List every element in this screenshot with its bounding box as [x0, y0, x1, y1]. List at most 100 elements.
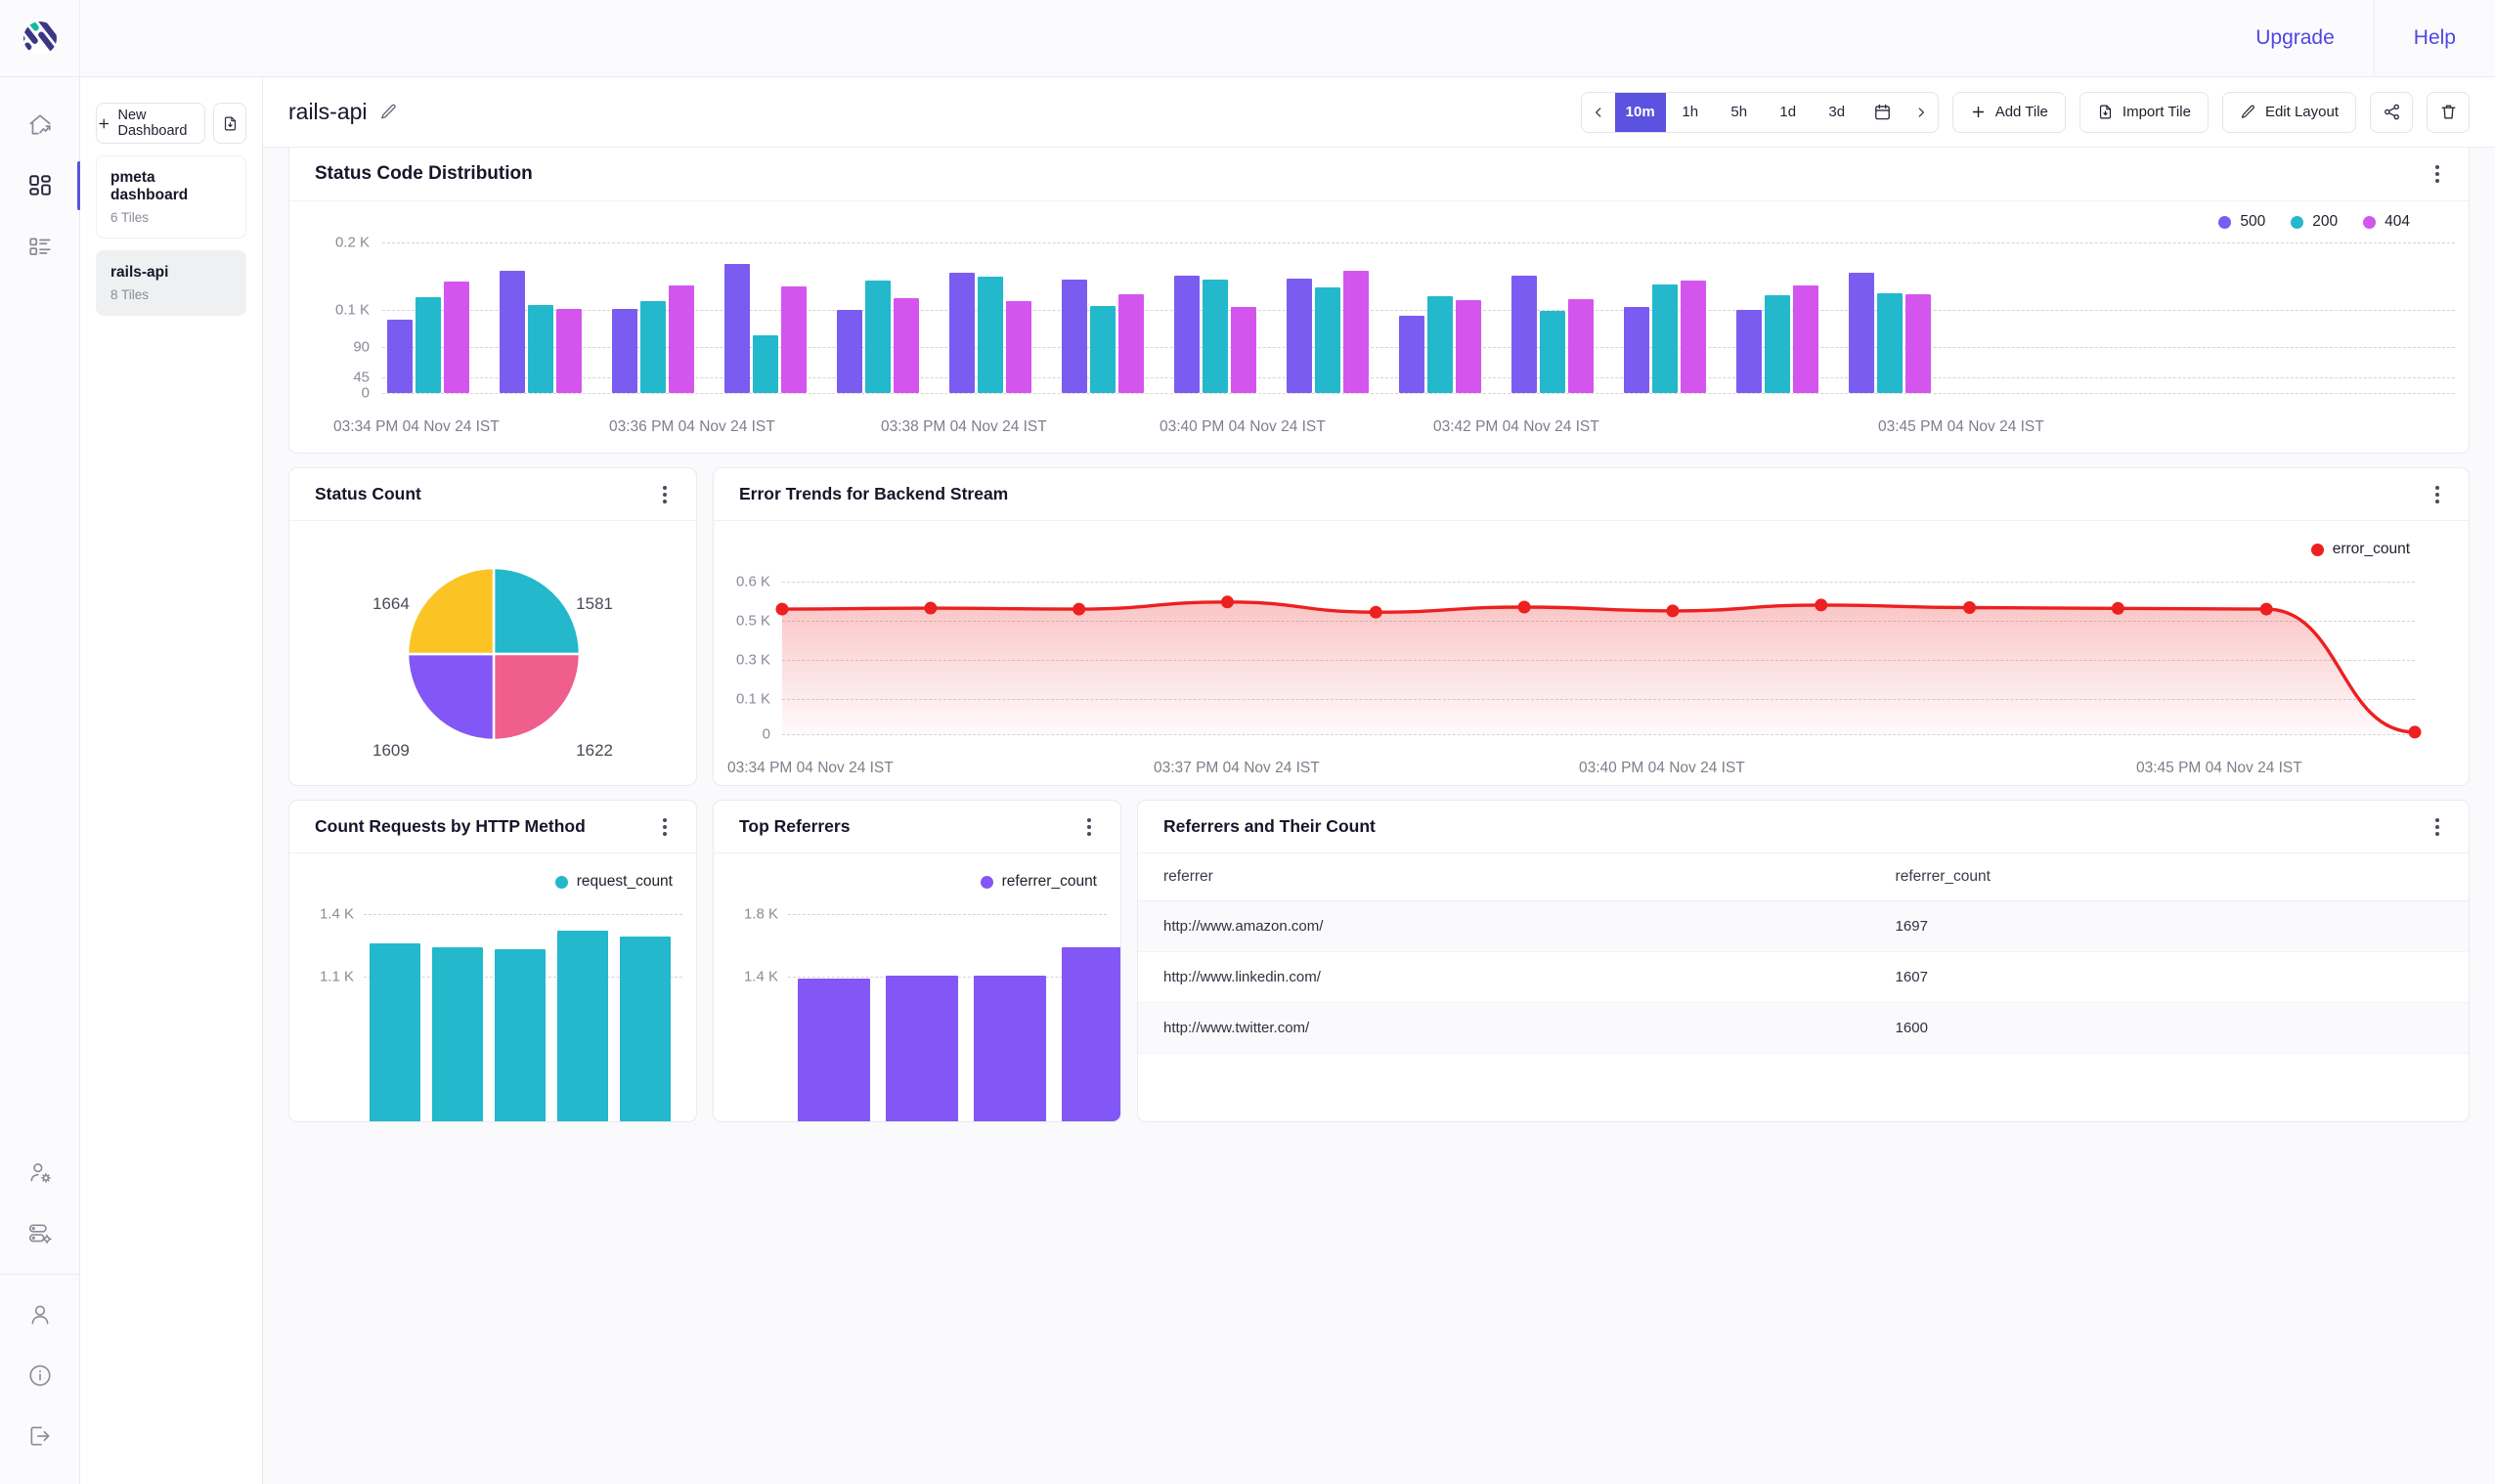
legend-item-404[interactable]: 404 [2363, 213, 2410, 231]
rail-item-server-settings[interactable] [0, 1203, 80, 1264]
bar-500[interactable] [1399, 316, 1424, 393]
bar-200[interactable] [1877, 292, 1903, 393]
data-point[interactable] [1666, 604, 1680, 618]
bar-404[interactable] [1118, 294, 1144, 393]
bar-200[interactable] [753, 335, 778, 393]
bar-404[interactable] [1231, 307, 1256, 393]
bar-404[interactable] [556, 308, 582, 393]
table-row[interactable]: http://www.twitter.com/ 1600 [1138, 1002, 2469, 1054]
app-logo[interactable] [0, 0, 80, 77]
bar-200[interactable] [1427, 296, 1453, 393]
bar[interactable] [1062, 946, 1120, 1121]
legend-item-200[interactable]: 200 [2291, 213, 2338, 231]
table-row[interactable]: http://www.linkedin.com/ 1607 [1138, 951, 2469, 1003]
bar-200[interactable] [528, 304, 553, 393]
bar-500[interactable] [724, 263, 750, 393]
legend-item-referrer-count[interactable]: referrer_count [980, 873, 1097, 891]
dashboard-list-item-pmeta[interactable]: pmeta dashboard 6 Tiles [96, 155, 246, 239]
pie-slice-1622[interactable] [492, 652, 582, 742]
import-tile-button[interactable]: Import Tile [2079, 91, 2209, 133]
time-range-next-button[interactable] [1904, 93, 1938, 132]
import-dashboard-button[interactable] [213, 103, 246, 144]
bar-404[interactable] [781, 285, 807, 393]
bar-404[interactable] [1793, 284, 1818, 393]
data-point[interactable] [2259, 602, 2273, 616]
data-point[interactable] [1963, 601, 1977, 615]
bar-404[interactable] [894, 297, 919, 393]
bar[interactable] [557, 931, 608, 1121]
tile-menu-button[interactable] [2431, 480, 2443, 509]
bar[interactable] [495, 949, 546, 1121]
data-point[interactable] [1220, 595, 1234, 609]
bar-500[interactable] [1849, 272, 1874, 393]
tile-menu-button[interactable] [659, 812, 671, 842]
rail-item-dashboards[interactable] [0, 155, 81, 216]
column-header-referrer-count[interactable]: referrer_count [1869, 853, 2469, 901]
bar-404[interactable] [1456, 299, 1481, 393]
bar[interactable] [798, 978, 870, 1121]
data-point[interactable] [1815, 598, 1828, 612]
bar-200[interactable] [1652, 284, 1678, 393]
data-point[interactable] [775, 602, 789, 616]
tile-menu-button[interactable] [2431, 812, 2443, 842]
bar-200[interactable] [640, 301, 666, 393]
bar-200[interactable] [1090, 306, 1116, 393]
legend-item-500[interactable]: 500 [2218, 213, 2265, 231]
bar[interactable] [974, 976, 1046, 1121]
dashboard-list-item-rails-api[interactable]: rails-api 8 Tiles [96, 250, 246, 316]
help-link[interactable]: Help [2373, 0, 2495, 77]
bar-404[interactable] [1343, 270, 1369, 393]
pie-slice-1581[interactable] [492, 566, 582, 656]
rail-item-streams[interactable] [0, 216, 80, 277]
bar-200[interactable] [416, 297, 441, 393]
data-point[interactable] [1072, 602, 1086, 616]
bar-500[interactable] [949, 272, 975, 393]
bar-500[interactable] [1736, 310, 1762, 393]
tile-menu-button[interactable] [2431, 159, 2443, 189]
time-range-5h[interactable]: 5h [1715, 93, 1764, 132]
bar-500[interactable] [387, 320, 413, 393]
bar-200[interactable] [1765, 294, 1790, 393]
tile-menu-button[interactable] [659, 480, 671, 509]
pie-slice-1609[interactable] [406, 652, 496, 742]
bar[interactable] [370, 942, 420, 1121]
bar[interactable] [886, 976, 958, 1121]
share-dashboard-button[interactable] [2370, 91, 2413, 133]
bar-500[interactable] [1624, 307, 1649, 393]
rail-item-logout[interactable] [0, 1406, 80, 1466]
new-dashboard-button[interactable]: New Dashboard [96, 103, 205, 144]
bar-404[interactable] [444, 282, 469, 393]
upgrade-link[interactable]: Upgrade [2216, 0, 2374, 77]
edit-layout-button[interactable]: Edit Layout [2221, 91, 2356, 133]
bar-500[interactable] [1174, 275, 1200, 393]
bar-404[interactable] [669, 284, 694, 393]
rail-item-about[interactable] [0, 1345, 80, 1406]
bar-404[interactable] [1681, 280, 1706, 393]
bar[interactable] [432, 947, 483, 1121]
bar-404[interactable] [1568, 298, 1594, 393]
pie-slice-1664[interactable] [406, 566, 496, 656]
custom-date-range-button[interactable] [1861, 93, 1904, 132]
bar-404[interactable] [1006, 301, 1031, 393]
edit-title-button[interactable] [379, 103, 398, 121]
rail-item-profile[interactable] [0, 1285, 80, 1345]
time-range-3d[interactable]: 3d [1813, 93, 1861, 132]
bar-200[interactable] [865, 280, 891, 393]
bar[interactable] [620, 937, 671, 1121]
data-point[interactable] [1369, 605, 1382, 619]
rail-item-user-settings[interactable] [0, 1143, 80, 1203]
bar-200[interactable] [1540, 311, 1565, 393]
time-range-1d[interactable]: 1d [1764, 93, 1813, 132]
bar-500[interactable] [1062, 279, 1087, 393]
bar-500[interactable] [612, 308, 637, 393]
bar-500[interactable] [837, 310, 862, 393]
bar-500[interactable] [500, 270, 525, 393]
delete-dashboard-button[interactable] [2427, 91, 2470, 133]
bar-200[interactable] [1315, 287, 1340, 393]
legend-item-request-count[interactable]: request_count [554, 873, 673, 891]
time-range-10m[interactable]: 10m [1614, 92, 1666, 132]
data-point[interactable] [924, 601, 938, 615]
bar-404[interactable] [1905, 294, 1931, 393]
data-point[interactable] [2111, 601, 2124, 615]
time-range-1h[interactable]: 1h [1666, 93, 1715, 132]
